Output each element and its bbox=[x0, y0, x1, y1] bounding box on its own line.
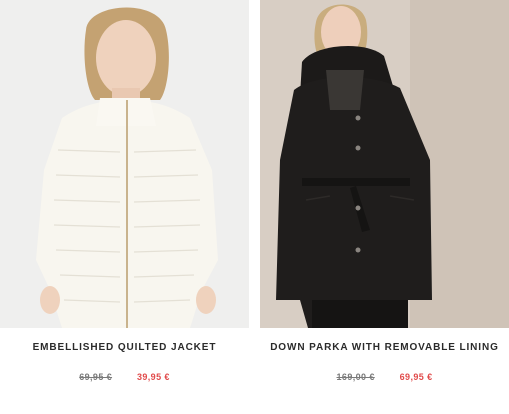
product-name[interactable]: DOWN PARKA WITH REMOVABLE LINING bbox=[260, 342, 509, 353]
product-card[interactable]: DOWN PARKA WITH REMOVABLE LINING 169,00 … bbox=[260, 0, 509, 414]
product-photo-jacket bbox=[0, 0, 249, 328]
sale-price: 69,95 € bbox=[399, 372, 433, 382]
price-block: 69,95 € 39,95 € bbox=[0, 372, 249, 382]
product-image[interactable] bbox=[260, 0, 509, 328]
product-image[interactable] bbox=[0, 0, 249, 328]
product-grid: EMBELLISHED QUILTED JACKET 69,95 € 39,95… bbox=[0, 0, 509, 414]
original-price: 169,00 € bbox=[336, 372, 375, 382]
sale-price: 39,95 € bbox=[136, 372, 170, 382]
product-photo-parka bbox=[260, 0, 509, 328]
price-block: 169,00 € 69,95 € bbox=[260, 372, 509, 382]
product-name[interactable]: EMBELLISHED QUILTED JACKET bbox=[0, 342, 249, 353]
original-price: 69,95 € bbox=[79, 372, 113, 382]
product-card[interactable]: EMBELLISHED QUILTED JACKET 69,95 € 39,95… bbox=[0, 0, 249, 414]
